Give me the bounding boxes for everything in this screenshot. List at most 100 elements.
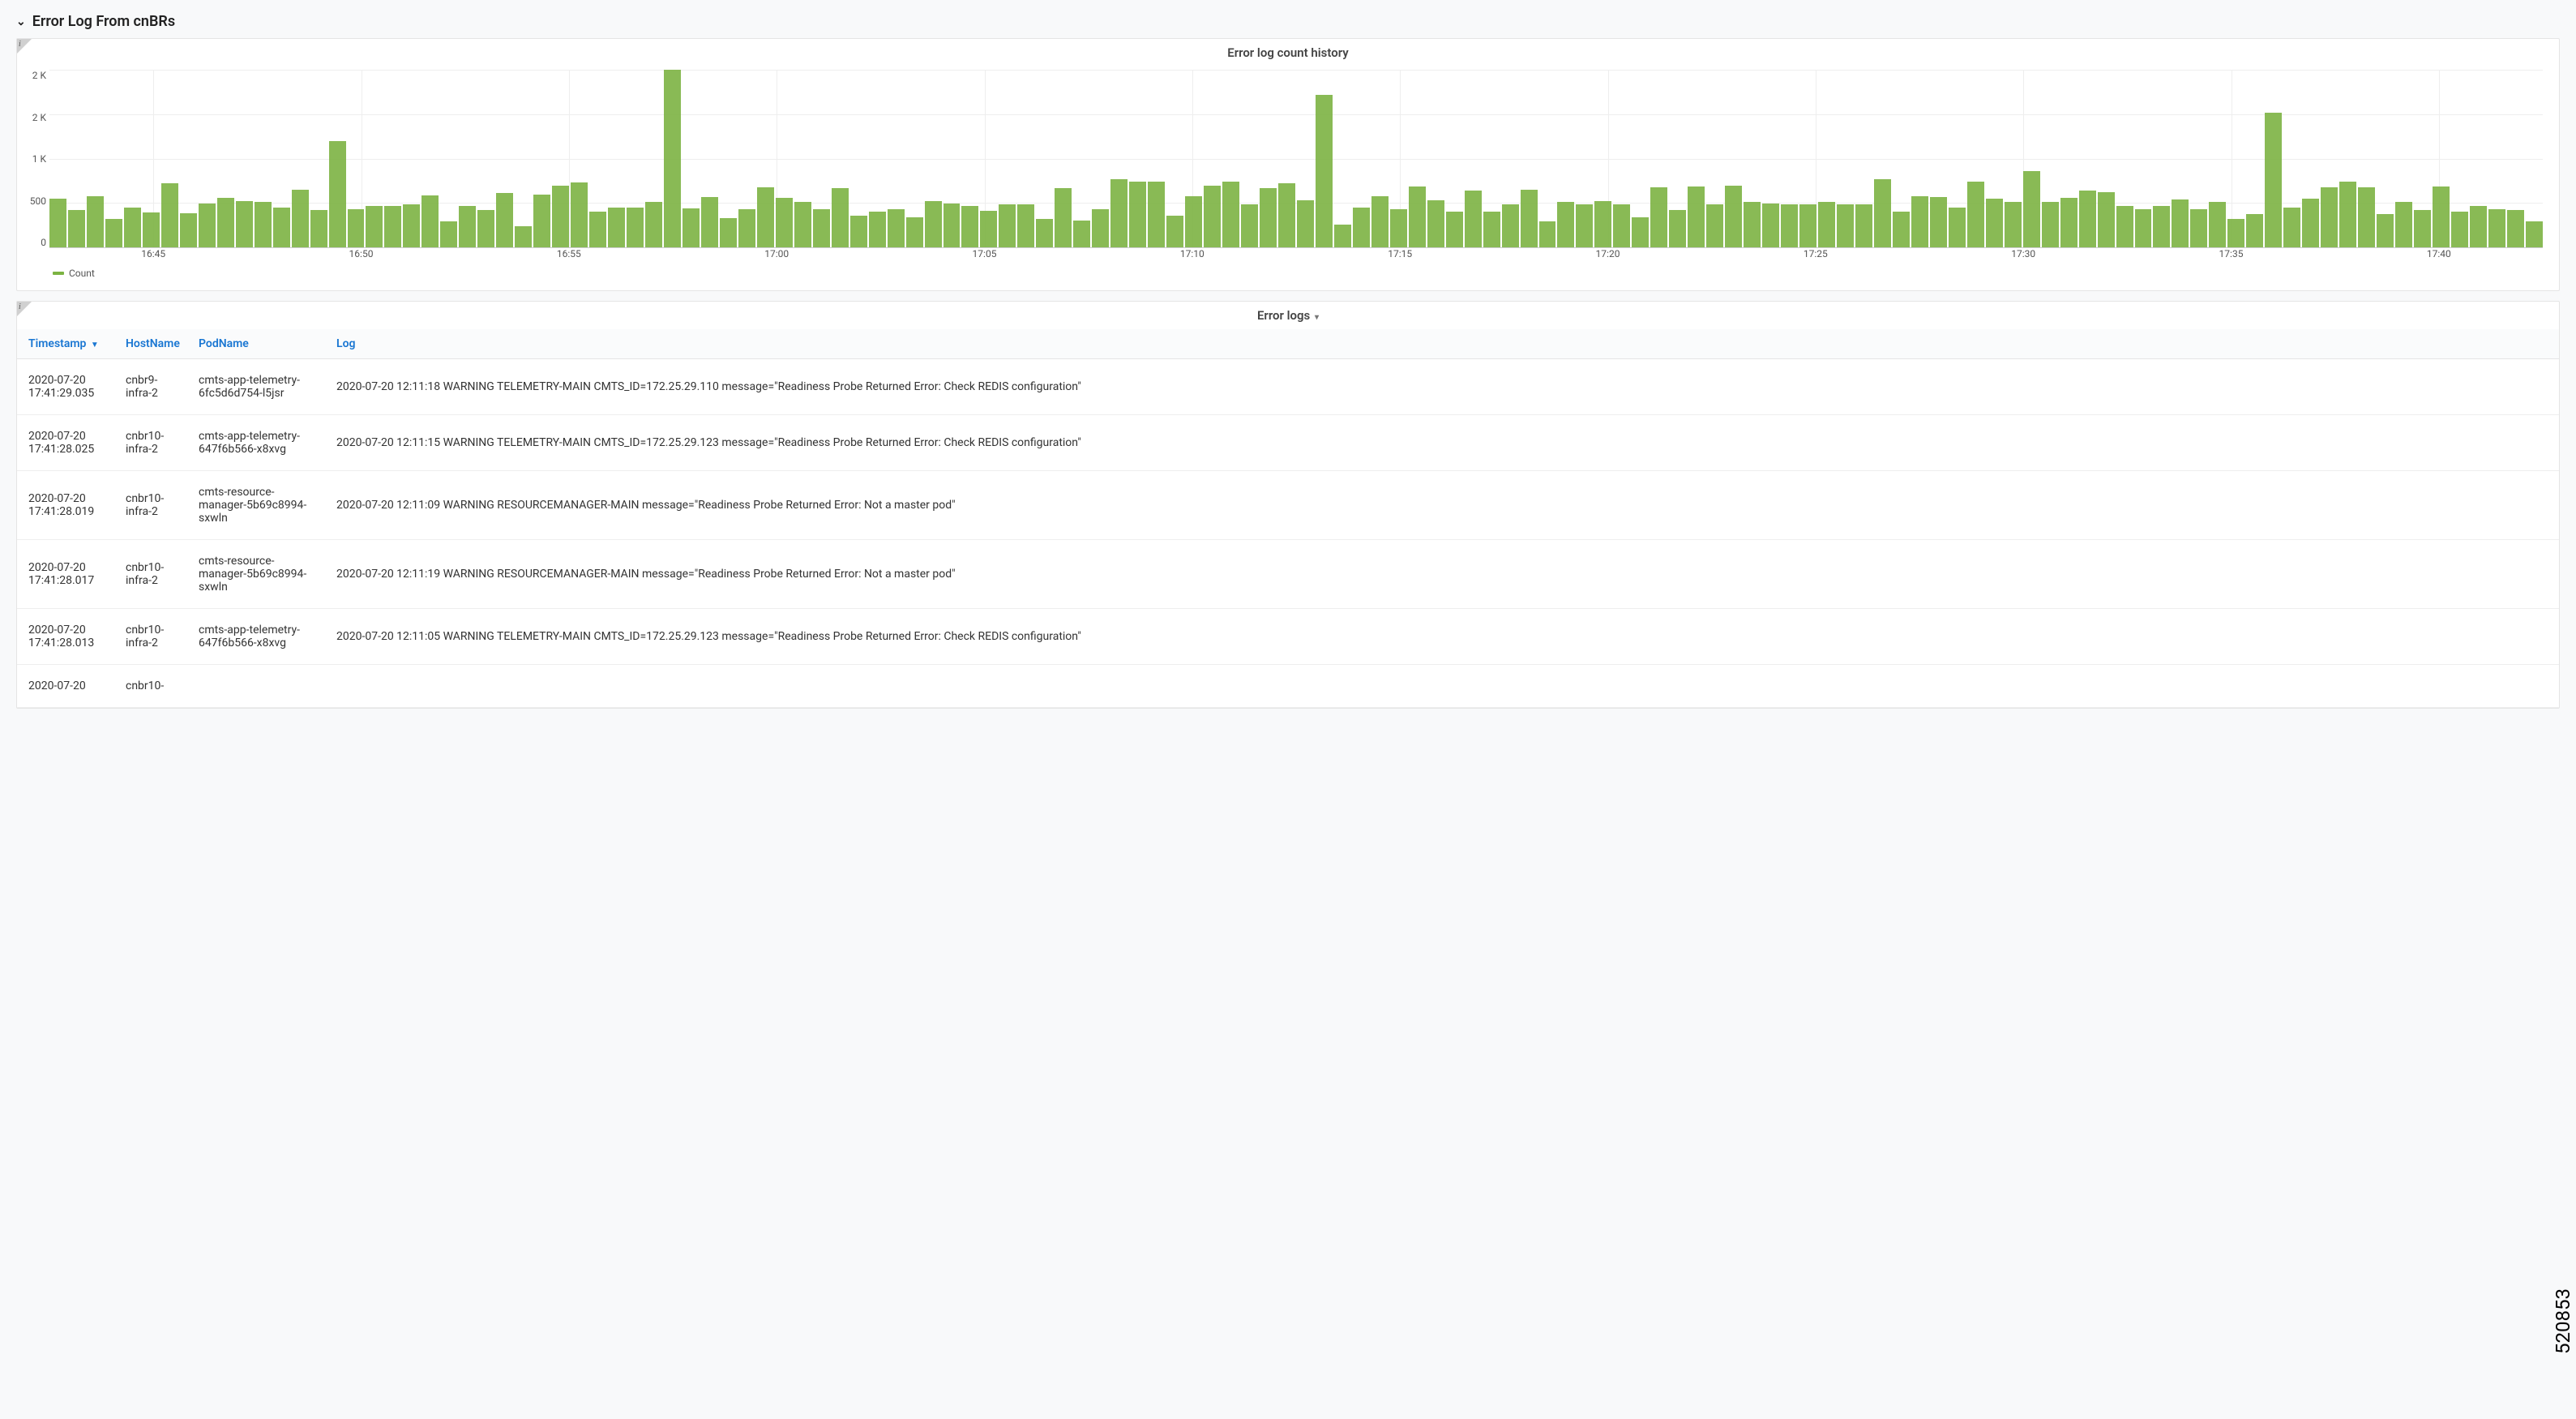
bar[interactable] [832,188,849,247]
bar[interactable] [2227,219,2244,247]
bar[interactable] [608,208,625,247]
bar[interactable] [2451,212,2468,247]
bar[interactable] [329,141,346,247]
bar[interactable] [2470,206,2487,247]
bar[interactable] [2042,202,2059,247]
bar[interactable] [589,212,606,247]
bar[interactable] [533,195,550,247]
bar[interactable] [1465,191,1482,247]
bar[interactable] [776,198,793,247]
bar[interactable] [2172,199,2189,247]
bar[interactable] [310,210,327,247]
bar[interactable] [2283,208,2300,247]
bar[interactable] [571,182,588,247]
bar[interactable] [1594,201,1611,247]
column-header-podname[interactable]: PodName [187,329,325,359]
bar[interactable] [292,190,309,247]
bar[interactable] [2079,191,2096,247]
bar[interactable] [2116,206,2133,247]
bar[interactable] [161,183,178,247]
bar[interactable] [143,212,160,247]
bar[interactable] [683,208,700,247]
bar[interactable] [2005,202,2022,247]
bar[interactable] [2190,209,2207,247]
bar[interactable] [1557,202,1574,247]
bar[interactable] [1911,196,1928,247]
bar[interactable] [1874,179,1891,247]
bar[interactable] [1706,204,1723,247]
bar[interactable] [2526,221,2543,247]
bar[interactable] [1148,182,1165,247]
bar[interactable] [2339,182,2356,247]
bar[interactable] [477,210,494,247]
bar[interactable] [1185,196,1202,247]
bar[interactable] [124,208,141,247]
bar[interactable] [1353,208,1370,247]
bar[interactable] [1893,212,1910,247]
chart-panel-title[interactable]: Error log count history [17,39,2559,66]
bar[interactable] [421,195,439,247]
bar[interactable] [273,208,290,247]
bar[interactable] [2060,198,2077,247]
bar[interactable] [944,204,961,247]
bar[interactable] [1986,199,2003,247]
bar[interactable] [738,209,755,247]
bar[interactable] [2507,210,2524,247]
bar[interactable] [888,209,905,247]
bar[interactable] [1222,182,1239,247]
bar[interactable] [2302,199,2319,247]
table-row[interactable]: 2020-07-20 17:41:28.013cnbr10-infra-2cmt… [17,609,2559,665]
table-row[interactable]: 2020-07-20cnbr10- [17,665,2559,708]
bar[interactable] [1297,200,1314,247]
bar[interactable] [701,197,718,247]
bar[interactable] [199,204,216,247]
bar[interactable] [49,199,66,247]
bar[interactable] [1483,212,1500,247]
info-icon[interactable] [17,39,32,54]
bar[interactable] [68,210,85,247]
chart-area[interactable]: 2 K2 K1 K5000 16:4516:5016:5517:0017:051… [17,66,2559,290]
bar[interactable] [1539,221,1556,247]
bar[interactable] [757,187,774,247]
bar[interactable] [869,212,886,247]
bar[interactable] [1855,204,1872,247]
bar[interactable] [1260,188,1277,247]
bar[interactable] [2246,214,2263,247]
bar[interactable] [180,213,197,247]
bar[interactable] [850,216,867,247]
bar[interactable] [2395,202,2412,247]
bar[interactable] [1930,197,1947,247]
bar[interactable] [925,201,942,247]
bar[interactable] [1241,204,1258,247]
bar[interactable] [1371,196,1389,247]
bar[interactable] [1036,219,1053,247]
bar[interactable] [961,206,978,247]
bar[interactable] [1576,204,1593,247]
bar[interactable] [813,209,830,247]
bar[interactable] [1837,204,1854,247]
bar[interactable] [255,202,272,247]
bar[interactable] [403,204,420,247]
table-row[interactable]: 2020-07-20 17:41:28.017cnbr10-infra-2cmt… [17,540,2559,609]
bar[interactable] [720,218,737,247]
bar[interactable] [1409,186,1426,247]
bar[interactable] [1502,204,1519,247]
bar[interactable] [1129,182,1146,247]
column-header-timestamp[interactable]: Timestamp ▼ [17,329,114,359]
bar[interactable] [1688,186,1705,247]
bar[interactable] [1316,95,1333,247]
chart-legend[interactable]: Count [49,264,2543,284]
bar[interactable] [1334,225,1351,247]
bar[interactable] [980,211,997,247]
bar[interactable] [627,208,644,247]
bar[interactable] [1967,182,1984,247]
bar[interactable] [515,226,532,247]
bar[interactable] [664,70,681,247]
bar[interactable] [2414,210,2431,247]
bar[interactable] [1055,188,1072,247]
table-row[interactable]: 2020-07-20 17:41:29.035cnbr9-infra-2cmts… [17,359,2559,415]
bar[interactable] [2358,187,2375,247]
bar[interactable] [1949,208,1966,247]
bar[interactable] [906,217,923,247]
table-panel-title[interactable]: Error logs ▾ [17,302,2559,329]
